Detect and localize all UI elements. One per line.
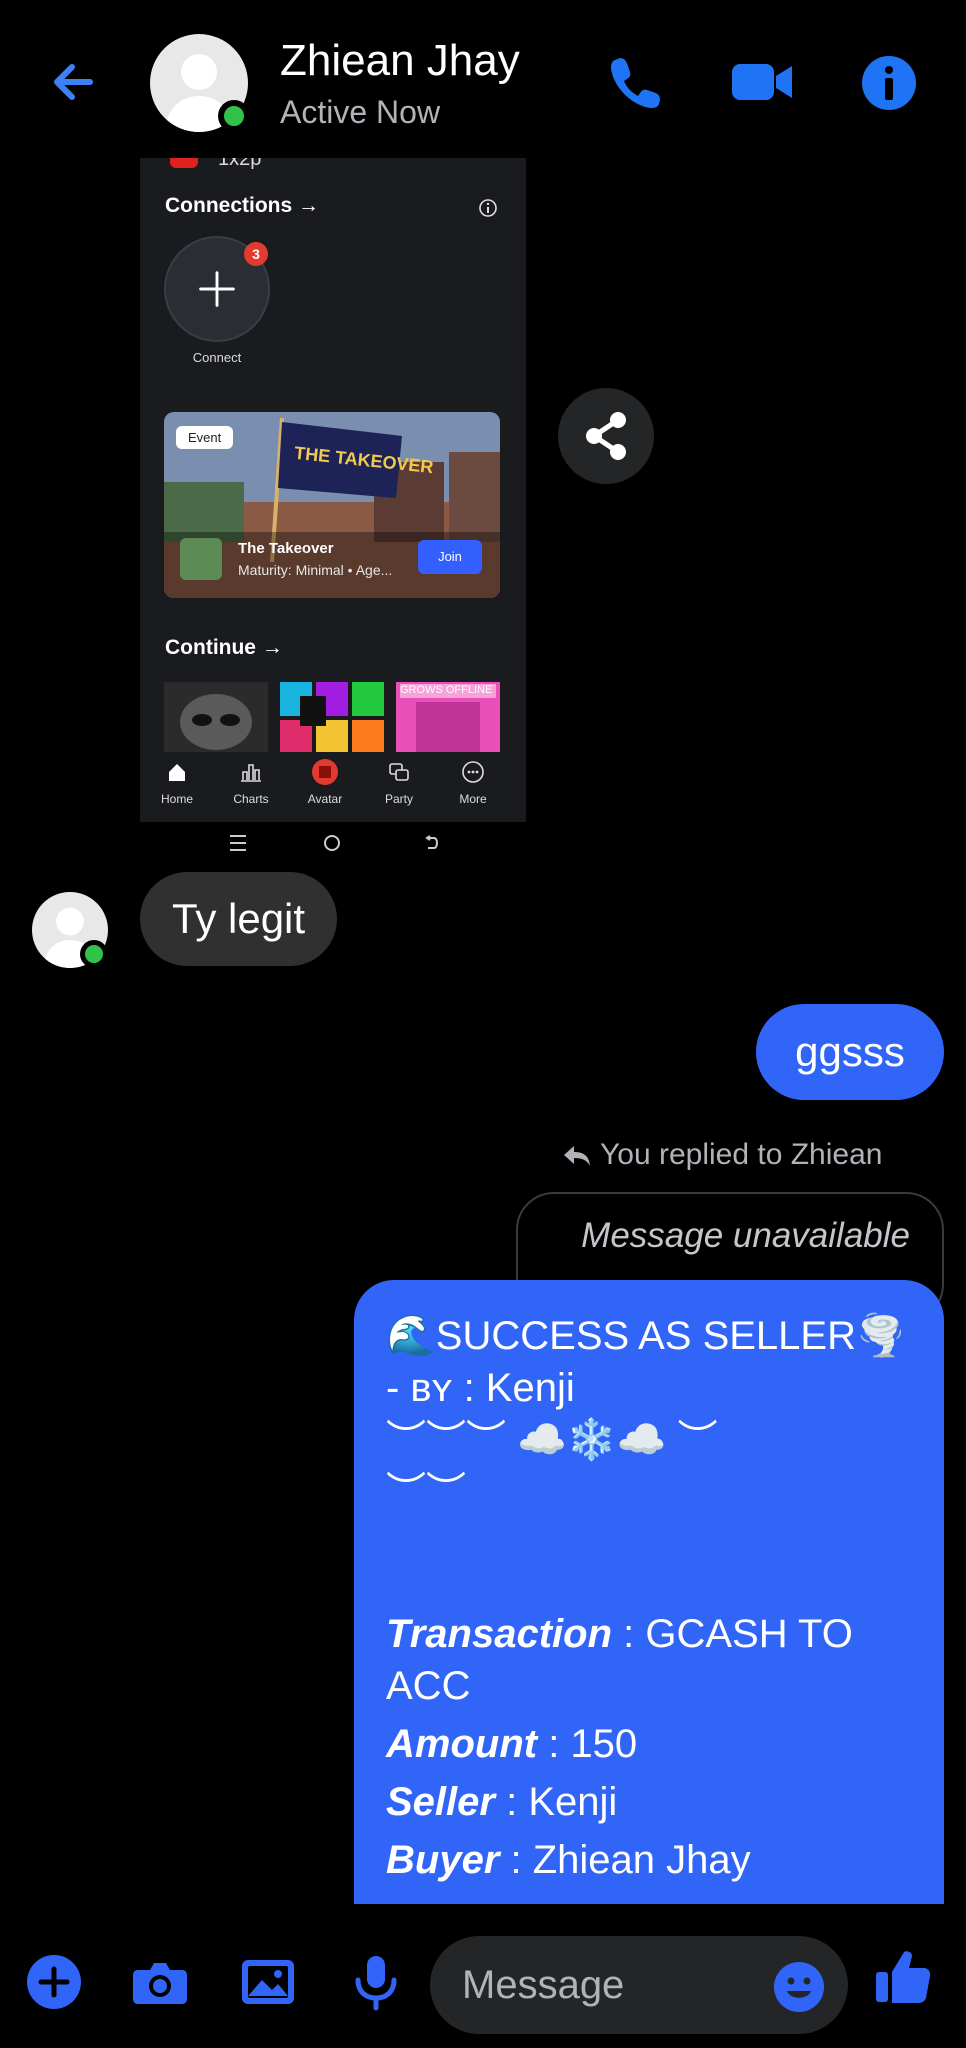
- event-card: THE TAKEOVER Event The Takeover Maturity…: [164, 412, 500, 598]
- nav-more: More: [436, 758, 510, 806]
- nav-party-label: Party: [384, 792, 413, 806]
- app-icon: [170, 158, 198, 168]
- receipt-line-1: 🌊SUCCESS AS SELLER🌪️: [386, 1314, 906, 1358]
- party-icon: [389, 763, 409, 781]
- home-icon: [169, 764, 185, 781]
- nav-home-label: Home: [160, 792, 193, 806]
- receipt-spacer: [386, 1518, 914, 1608]
- nav-avatar: Avatar: [288, 758, 362, 806]
- more-icon: [462, 761, 484, 783]
- thumbs-up-icon[interactable]: [872, 1946, 934, 2008]
- share-icon: [586, 412, 626, 460]
- nav-party: Party: [362, 758, 436, 806]
- share-button[interactable]: [558, 388, 654, 484]
- connect-label: Connect: [192, 350, 242, 365]
- continue-title: Continue →: [165, 636, 283, 659]
- message-composer: [0, 1904, 966, 2048]
- join-button: Join: [418, 540, 482, 574]
- microphone-icon[interactable]: [346, 1952, 406, 2012]
- chat-header: Zhiean Jhay Active Now: [0, 0, 966, 160]
- buyer-value: : Zhiean Jhay: [510, 1838, 751, 1882]
- receipt-seller: Seller : Kenji: [386, 1776, 914, 1828]
- amount-value: : 150: [548, 1722, 638, 1766]
- event-subtitle: Maturity: Minimal • Age...: [238, 562, 393, 578]
- outgoing-message[interactable]: ggsss: [756, 1004, 944, 1100]
- transaction-label: Transaction: [386, 1612, 612, 1656]
- connections-title: Connections →: [165, 194, 320, 217]
- contact-status: Active Now: [280, 94, 441, 130]
- nav-charts-label: Charts: [233, 792, 269, 806]
- nav-home: Home: [140, 758, 214, 806]
- shared-screenshot[interactable]: 1x2p Connections → 3 Connect THE TAKEOVE…: [140, 158, 526, 822]
- reply-arrow-icon: [564, 1146, 590, 1166]
- camera-icon[interactable]: [130, 1952, 190, 2012]
- phone-icon[interactable]: [604, 50, 668, 114]
- nav-avatar-label: Avatar: [307, 792, 343, 806]
- receipt-line-3: ︶︶︶ ☁️❄️☁️ ︶: [386, 1418, 718, 1462]
- video-camera-icon[interactable]: [728, 50, 796, 114]
- nav-charts: Charts: [214, 758, 288, 806]
- reply-indicator: You replied to Zhiean: [562, 1138, 882, 1172]
- tile-text: GROWS OFFLINE: [400, 684, 493, 696]
- reply-note-text: You replied to Zhiean: [600, 1138, 883, 1171]
- emoji-icon[interactable]: [772, 1960, 826, 2014]
- contact-name[interactable]: Zhiean Jhay: [280, 36, 520, 86]
- home-button-icon: [324, 835, 340, 851]
- receipt-buyer: Buyer : Zhiean Jhay: [386, 1834, 914, 1886]
- nav-more-label: More: [459, 792, 487, 806]
- transaction-value: : GCASH TO: [623, 1612, 853, 1656]
- info-icon[interactable]: [860, 54, 918, 112]
- game-tile-2: [280, 682, 384, 752]
- receipt-line-4: ︶︶: [386, 1470, 466, 1514]
- plus-icon[interactable]: [24, 1952, 84, 2012]
- online-indicator: [218, 100, 250, 132]
- event-thumbnail: [180, 538, 222, 580]
- transaction-value-2: ACC: [386, 1664, 471, 1708]
- seller-value: : Kenji: [506, 1780, 618, 1824]
- app-bottom-nav: Home Charts Avatar Party More: [140, 752, 526, 822]
- back-arrow-icon[interactable]: [44, 52, 104, 112]
- incoming-message[interactable]: Ty legit: [140, 872, 338, 966]
- info-icon: [479, 199, 497, 217]
- top-cut-text: 1x2p: [218, 158, 262, 170]
- receipt-message[interactable]: 🌊SUCCESS AS SELLER🌪️ - ʙʏ : Kenji ︶︶︶ ☁️…: [354, 1280, 944, 1904]
- recents-icon: [230, 835, 246, 851]
- receipt-transaction: Transaction : GCASH TO ACC: [386, 1608, 914, 1712]
- event-name: The Takeover: [238, 540, 334, 557]
- receipt-amount: Amount : 150: [386, 1718, 914, 1770]
- amount-label: Amount: [386, 1722, 538, 1766]
- buyer-label: Buyer: [386, 1838, 500, 1882]
- seller-label: Seller: [386, 1780, 495, 1824]
- gallery-icon[interactable]: [238, 1952, 298, 2012]
- event-tag: Event: [176, 426, 234, 449]
- notification-badge: 3: [244, 242, 268, 266]
- continue-tiles: GROWS OFFLINE: [164, 682, 500, 752]
- charts-icon: [241, 764, 261, 782]
- receipt-line-2: - ʙʏ : Kenji: [386, 1366, 575, 1410]
- back-button-icon: [425, 835, 438, 849]
- game-tile-1: [164, 682, 268, 752]
- avatar-icon: [312, 759, 338, 785]
- online-indicator: [80, 940, 108, 968]
